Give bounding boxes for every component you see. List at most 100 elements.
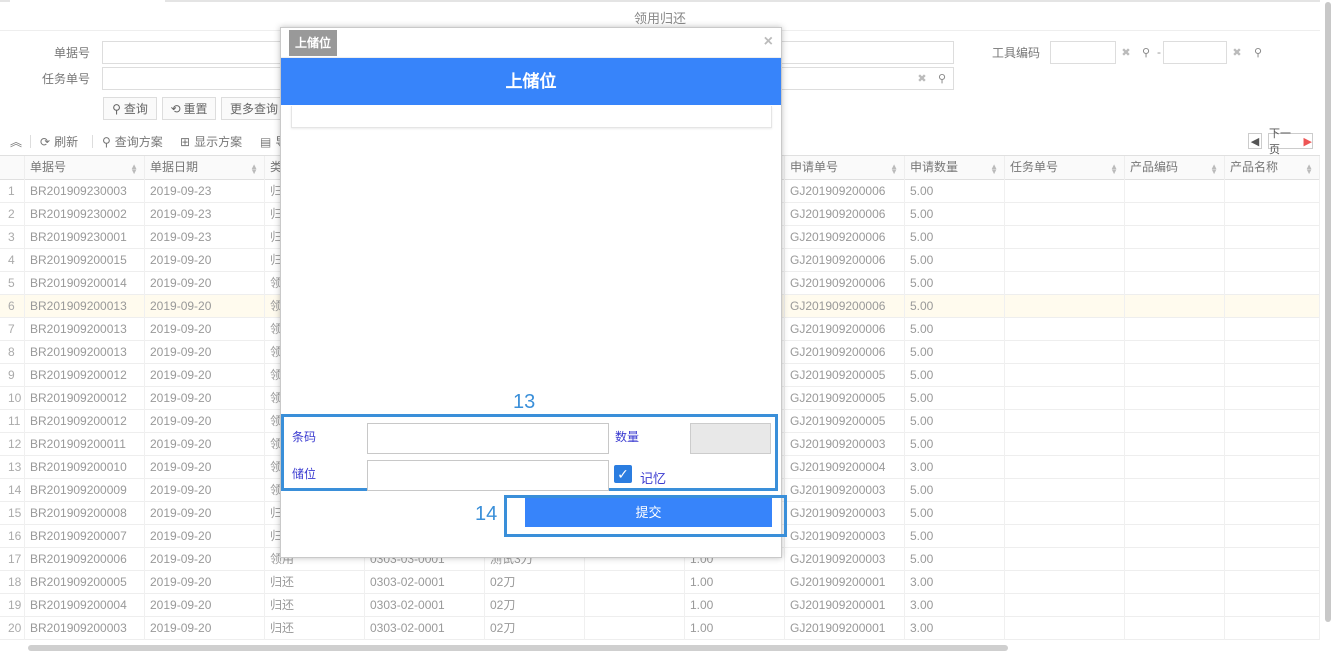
horizontal-scrollbar[interactable] (28, 645, 1008, 651)
column-header-product-name[interactable]: 产品名称 ▲ ▼ (1225, 156, 1320, 181)
cell-product-name (1225, 433, 1320, 456)
cell-bill-no: BR201909200013 (25, 318, 145, 341)
clear-icon[interactable]: ✖ (913, 68, 931, 89)
cell-apply-no: GJ201909200003 (785, 525, 905, 548)
query-button[interactable]: ⚲ 查询 (103, 97, 157, 120)
dialog-tab[interactable]: 上储位 (289, 30, 338, 56)
row-number: 16 (0, 525, 25, 548)
cell-task-no (1005, 364, 1125, 387)
cell-c6 (585, 617, 685, 640)
bill-no-input[interactable] (102, 41, 282, 64)
cell-bill-no: BR201909200007 (25, 525, 145, 548)
cell-apply-qty: 5.00 (905, 203, 1005, 226)
cell-product-name (1225, 571, 1320, 594)
column-header-label: 单据日期 (150, 160, 199, 174)
cell-product-code (1125, 410, 1225, 433)
clear-icon[interactable]: ✖ (1117, 42, 1135, 63)
cell-product-code (1125, 341, 1225, 364)
cell-product-name (1225, 272, 1320, 295)
cell-task-no (1005, 525, 1125, 548)
close-icon[interactable]: × (764, 33, 773, 51)
cell-task-no (1005, 180, 1125, 203)
row-number: 12 (0, 433, 25, 456)
active-tab-indicator[interactable] (10, 0, 165, 3)
table-row[interactable]: 19 BR201909200004 2019-09-20 归还 0303-02-0001… (0, 594, 1320, 617)
cell-task-no (1005, 295, 1125, 318)
cell-product-code (1125, 226, 1225, 249)
column-header-apply-qty[interactable]: 申请数量 ▲ ▼ (905, 156, 1005, 181)
task-no-label: 任务单号 (41, 72, 90, 86)
cell-c4: 0303-02-0001 (365, 617, 485, 640)
refresh-label: 刷新 (54, 135, 79, 149)
reset-button[interactable]: ⟲ 重置 (162, 97, 216, 120)
remember-checkbox[interactable]: ✓ (614, 465, 632, 483)
filter-input-2[interactable] (781, 41, 954, 64)
cell-c7: 1.00 (685, 617, 785, 640)
column-header-bill-date[interactable]: 单据日期 ▲ ▼ (145, 156, 265, 181)
search-icon[interactable]: ⚲ (1137, 42, 1155, 63)
location-label: 储位 (292, 467, 317, 481)
cell-apply-qty: 3.00 (905, 617, 1005, 640)
tool-code-to-input[interactable] (1163, 41, 1227, 64)
cell-task-no (1005, 203, 1125, 226)
refresh-button[interactable]: ⟳ 刷新 (40, 133, 78, 150)
location-input[interactable] (367, 460, 609, 491)
sort-icon[interactable]: ▲▼ (990, 163, 998, 176)
row-number: 14 (0, 479, 25, 502)
cell-apply-no: GJ201909200006 (785, 180, 905, 203)
sort-icon[interactable]: ▲▼ (890, 163, 898, 176)
row-number: 19 (0, 594, 25, 617)
more-query-button[interactable]: 更多查询 (221, 97, 283, 120)
cell-product-code (1125, 387, 1225, 410)
search-icon[interactable]: ⚲ (1249, 42, 1267, 63)
search-icon[interactable]: ⚲ (933, 68, 951, 89)
cell-c7: 1.00 (685, 594, 785, 617)
query-scheme-button[interactable]: ⚲ 查询方案 (102, 133, 163, 150)
sort-icon[interactable]: ▲▼ (1305, 163, 1313, 176)
table-row[interactable]: 20 BR201909200003 2019-09-20 归还 0303-02-0001… (0, 617, 1320, 640)
collapse-icon[interactable]: ︽ (10, 133, 22, 150)
bill-no-label: 单据号 (53, 46, 90, 60)
cell-apply-qty: 3.00 (905, 594, 1005, 617)
clear-icon[interactable]: ✖ (1228, 42, 1246, 63)
task-no-input[interactable] (102, 67, 282, 90)
table-row[interactable]: 18 BR201909200005 2019-09-20 归还 0303-02-0001… (0, 571, 1320, 594)
sort-icon[interactable]: ▲▼ (130, 163, 138, 176)
row-number: 11 (0, 410, 25, 433)
column-header-product-code[interactable]: 产品编码 ▲ ▼ (1125, 156, 1225, 181)
column-header-apply-no[interactable]: 申请单号 ▲ ▼ (785, 156, 905, 181)
vertical-scrollbar-thumb[interactable] (1325, 2, 1331, 622)
cell-apply-qty: 5.00 (905, 525, 1005, 548)
vertical-scrollbar[interactable] (1321, 0, 1337, 655)
tool-code-from-input[interactable] (1050, 41, 1116, 64)
cell-apply-qty: 5.00 (905, 318, 1005, 341)
sort-icon[interactable]: ▲▼ (250, 163, 258, 176)
display-scheme-button[interactable]: ⊞ 显示方案 (180, 133, 242, 150)
cell-bill-no: BR201909200009 (25, 479, 145, 502)
cell-apply-no: GJ201909200006 (785, 203, 905, 226)
sort-icon[interactable]: ▲▼ (1210, 163, 1218, 176)
cell-task-no (1005, 249, 1125, 272)
cell-bill-no: BR201909200013 (25, 295, 145, 318)
next-page-button[interactable]: 下一页 ▶ (1268, 128, 1313, 156)
column-header-task-no[interactable]: 任务单号 ▲ ▼ (1005, 156, 1125, 181)
cell-bill-date: 2019-09-20 (145, 525, 265, 548)
cell-apply-no: GJ201909200006 (785, 249, 905, 272)
cell-product-code (1125, 203, 1225, 226)
column-header-bill-no[interactable]: 单据号 ▲ ▼ (25, 156, 145, 181)
submit-button[interactable]: 提交 (525, 498, 772, 527)
sort-icon[interactable]: ▲▼ (1110, 163, 1118, 176)
more-query-button-label: 更多查询 (230, 102, 279, 116)
tool-code-label: 工具编码 (991, 46, 1040, 60)
cell-bill-no: BR201909200013 (25, 341, 145, 364)
barcode-input[interactable] (367, 423, 609, 454)
prev-page-icon[interactable]: ◀ (1248, 133, 1262, 149)
cell-task-no (1005, 594, 1125, 617)
cell-bill-no: BR201909230002 (25, 203, 145, 226)
cell-product-code (1125, 617, 1225, 640)
toolbar-divider (92, 135, 93, 148)
cell-bill-no: BR201909230001 (25, 226, 145, 249)
cell-task-no (1005, 571, 1125, 594)
dialog-title: 上储位 (281, 58, 781, 105)
cell-bill-no: BR201909200010 (25, 456, 145, 479)
